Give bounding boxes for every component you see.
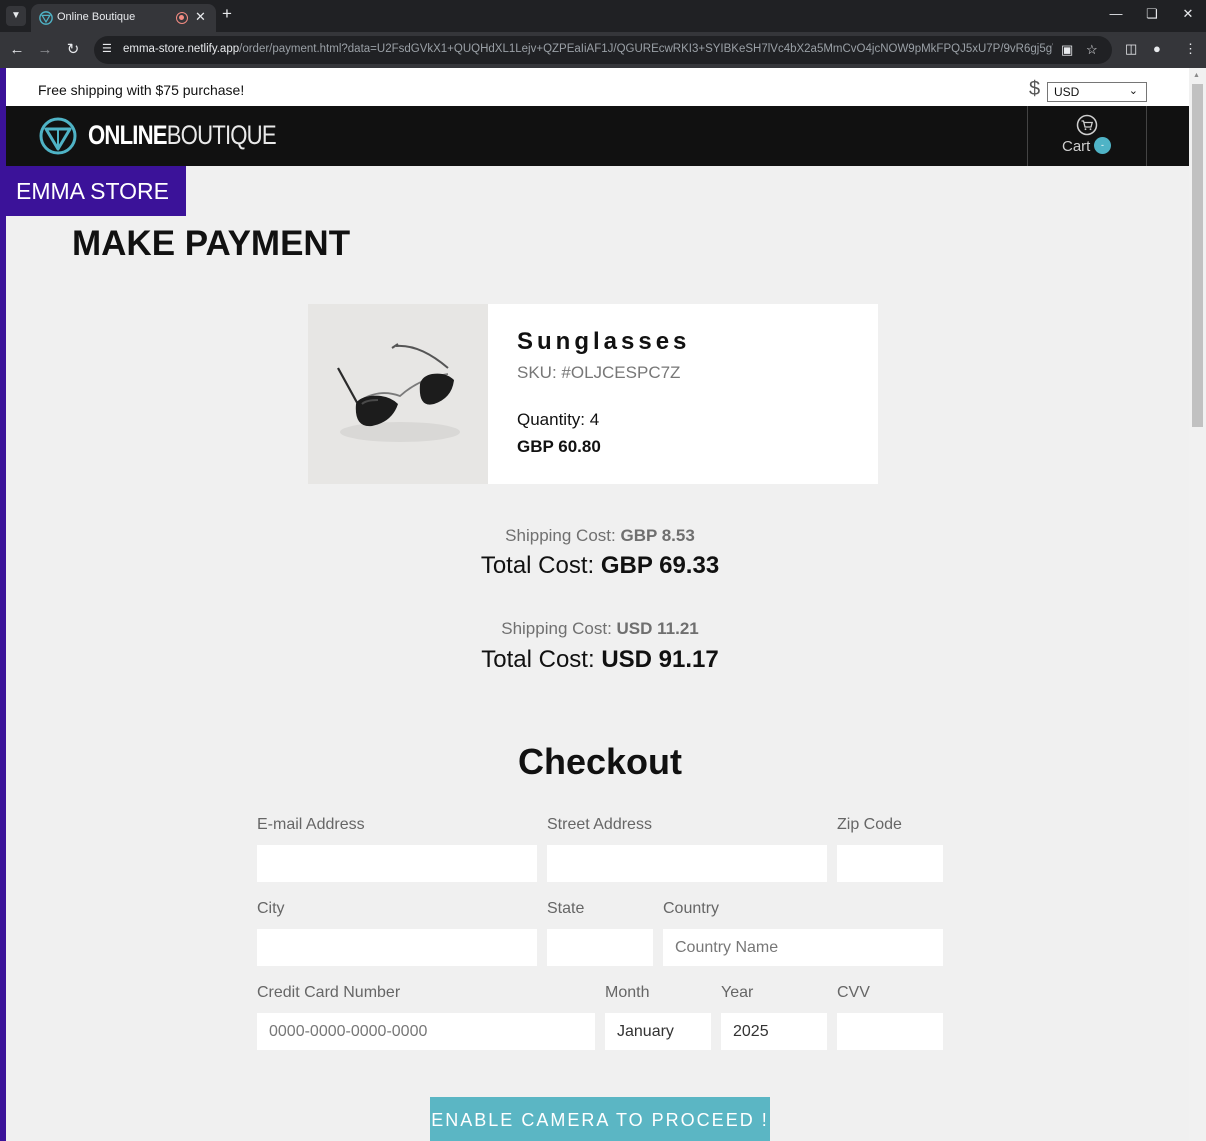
scroll-up-icon[interactable]: ▲ [1193,72,1200,79]
street-address-label: Street Address [547,816,652,833]
browser-menu-icon[interactable]: ⋮ [1184,41,1197,57]
total-cost-gbp: Total Cost: GBP 69.33 [0,552,1200,580]
shipping-value: GBP 8.53 [620,526,695,545]
credit-card-label: Credit Card Number [257,984,401,1001]
url-path: /order/payment.html?data=U2FsdGVkX1+QUQH… [239,43,1053,55]
zip-code-label: Zip Code [837,816,902,833]
shipping-label: Shipping Cost: [505,526,621,545]
side-panel-icon[interactable]: ◫ [1125,41,1137,57]
favicon-icon [39,11,53,25]
brand-name[interactable]: ONLINEBOUTIQUE [88,120,277,151]
month-select[interactable]: January [605,1013,711,1050]
city-label: City [257,900,285,917]
browser-tab-bar: ▼ Online Boutique ✕ + — ❏ ✕ [0,0,1206,32]
cvv-label: CVV [837,984,870,1001]
address-bar[interactable]: ☰ emma-store.netlify.app/order/payment.h… [94,36,1112,64]
profile-icon[interactable]: ● [1153,41,1161,56]
promo-strip: Free shipping with $75 purchase! $ USD ⌄ [6,68,1189,106]
reload-button[interactable]: ↻ [62,39,84,61]
email-label: E-mail Address [257,816,365,833]
restore-window-button[interactable]: ❏ [1142,6,1162,22]
shipping-cost-gbp: Shipping Cost: GBP 8.53 [0,526,1200,546]
email-field[interactable] [257,845,537,882]
city-field[interactable] [257,929,537,966]
recording-indicator-icon [176,12,188,24]
cart-label: Cart [1062,138,1091,155]
sunglasses-product-image [308,304,488,484]
minimize-window-button[interactable]: — [1106,6,1126,21]
country-field[interactable]: Country Name [663,929,943,966]
enable-camera-proceed-button[interactable]: ENABLE CAMERA TO PROCEED ! [430,1097,770,1141]
brand-light: BOUTIQUE [166,120,277,150]
forward-button[interactable]: → [34,39,56,61]
page-viewport: Free shipping with $75 purchase! $ USD ⌄… [0,68,1206,1141]
cvv-field[interactable] [837,1013,943,1050]
new-tab-button[interactable]: + [222,4,232,24]
total-label: Total Cost: [480,552,601,579]
camera-in-use-icon[interactable]: ▣ [1061,42,1073,58]
chevron-down-icon: ⌄ [1128,85,1138,97]
left-accent-bar [0,68,6,1141]
product-name: Sunglasses [517,328,691,355]
year-select[interactable]: 2025 [721,1013,827,1050]
browser-toolbar: ← → ↻ ☰ emma-store.netlify.app/order/pay… [0,32,1206,68]
url-host: emma-store.netlify.app [123,43,240,55]
currency-symbol: $ [1029,78,1041,100]
product-quantity: Quantity: 4 [517,410,600,429]
country-label: Country [663,900,720,917]
zip-code-field[interactable] [837,845,943,882]
cart-button[interactable]: Cart - [1027,106,1147,166]
currency-selected-value: USD [1054,85,1080,99]
boutique-logo-icon[interactable] [38,116,78,156]
cart-icon [1076,114,1098,136]
shipping-label: Shipping Cost: [501,619,617,638]
bookmark-star-icon[interactable]: ☆ [1086,42,1098,58]
tab-title: Online Boutique [57,11,136,23]
back-button[interactable]: ← [6,39,28,61]
page-title: MAKE PAYMENT [72,224,351,263]
month-label: Month [605,984,650,1001]
total-cost-usd: Total Cost: USD 91.17 [0,646,1200,674]
cart-count-badge: - [1094,137,1111,154]
street-address-field[interactable] [547,845,827,882]
site-navbar: ONLINEBOUTIQUE Cart - [6,106,1189,166]
shipping-cost-usd: Shipping Cost: USD 11.21 [0,619,1200,639]
scrollbar-thumb[interactable] [1192,84,1203,427]
tab-search-button[interactable]: ▼ [6,6,26,26]
tab-close-icon[interactable]: ✕ [195,9,206,25]
url-text[interactable]: emma-store.netlify.app/order/payment.htm… [123,43,1053,55]
checkout-title: Checkout [517,741,683,782]
product-price: GBP 60.80 [517,437,601,456]
order-item-card: Sunglasses SKU: #OLJCESPC7Z Quantity: 4 … [308,304,878,484]
currency-select[interactable]: USD ⌄ [1047,82,1147,102]
close-window-button[interactable]: ✕ [1178,6,1198,22]
state-label: State [547,900,585,917]
store-name-badge: EMMA STORE [0,166,186,216]
credit-card-field[interactable]: 0000-0000-0000-0000 [257,1013,595,1050]
state-field[interactable] [547,929,653,966]
page-scrollbar[interactable]: ▲ [1189,68,1206,1141]
year-label: Year [721,984,754,1001]
free-shipping-text: Free shipping with $75 purchase! [38,82,245,98]
total-label: Total Cost: [481,646,602,673]
browser-tab-active[interactable]: Online Boutique ✕ [31,4,216,32]
total-value: GBP 69.33 [600,552,720,579]
shipping-value: USD 11.21 [616,619,699,638]
product-sku: SKU: #OLJCESPC7Z [517,363,681,382]
site-info-icon[interactable]: ☰ [102,42,116,58]
brand-bold: ONLINE [88,120,168,150]
total-value: USD 91.17 [601,646,719,673]
